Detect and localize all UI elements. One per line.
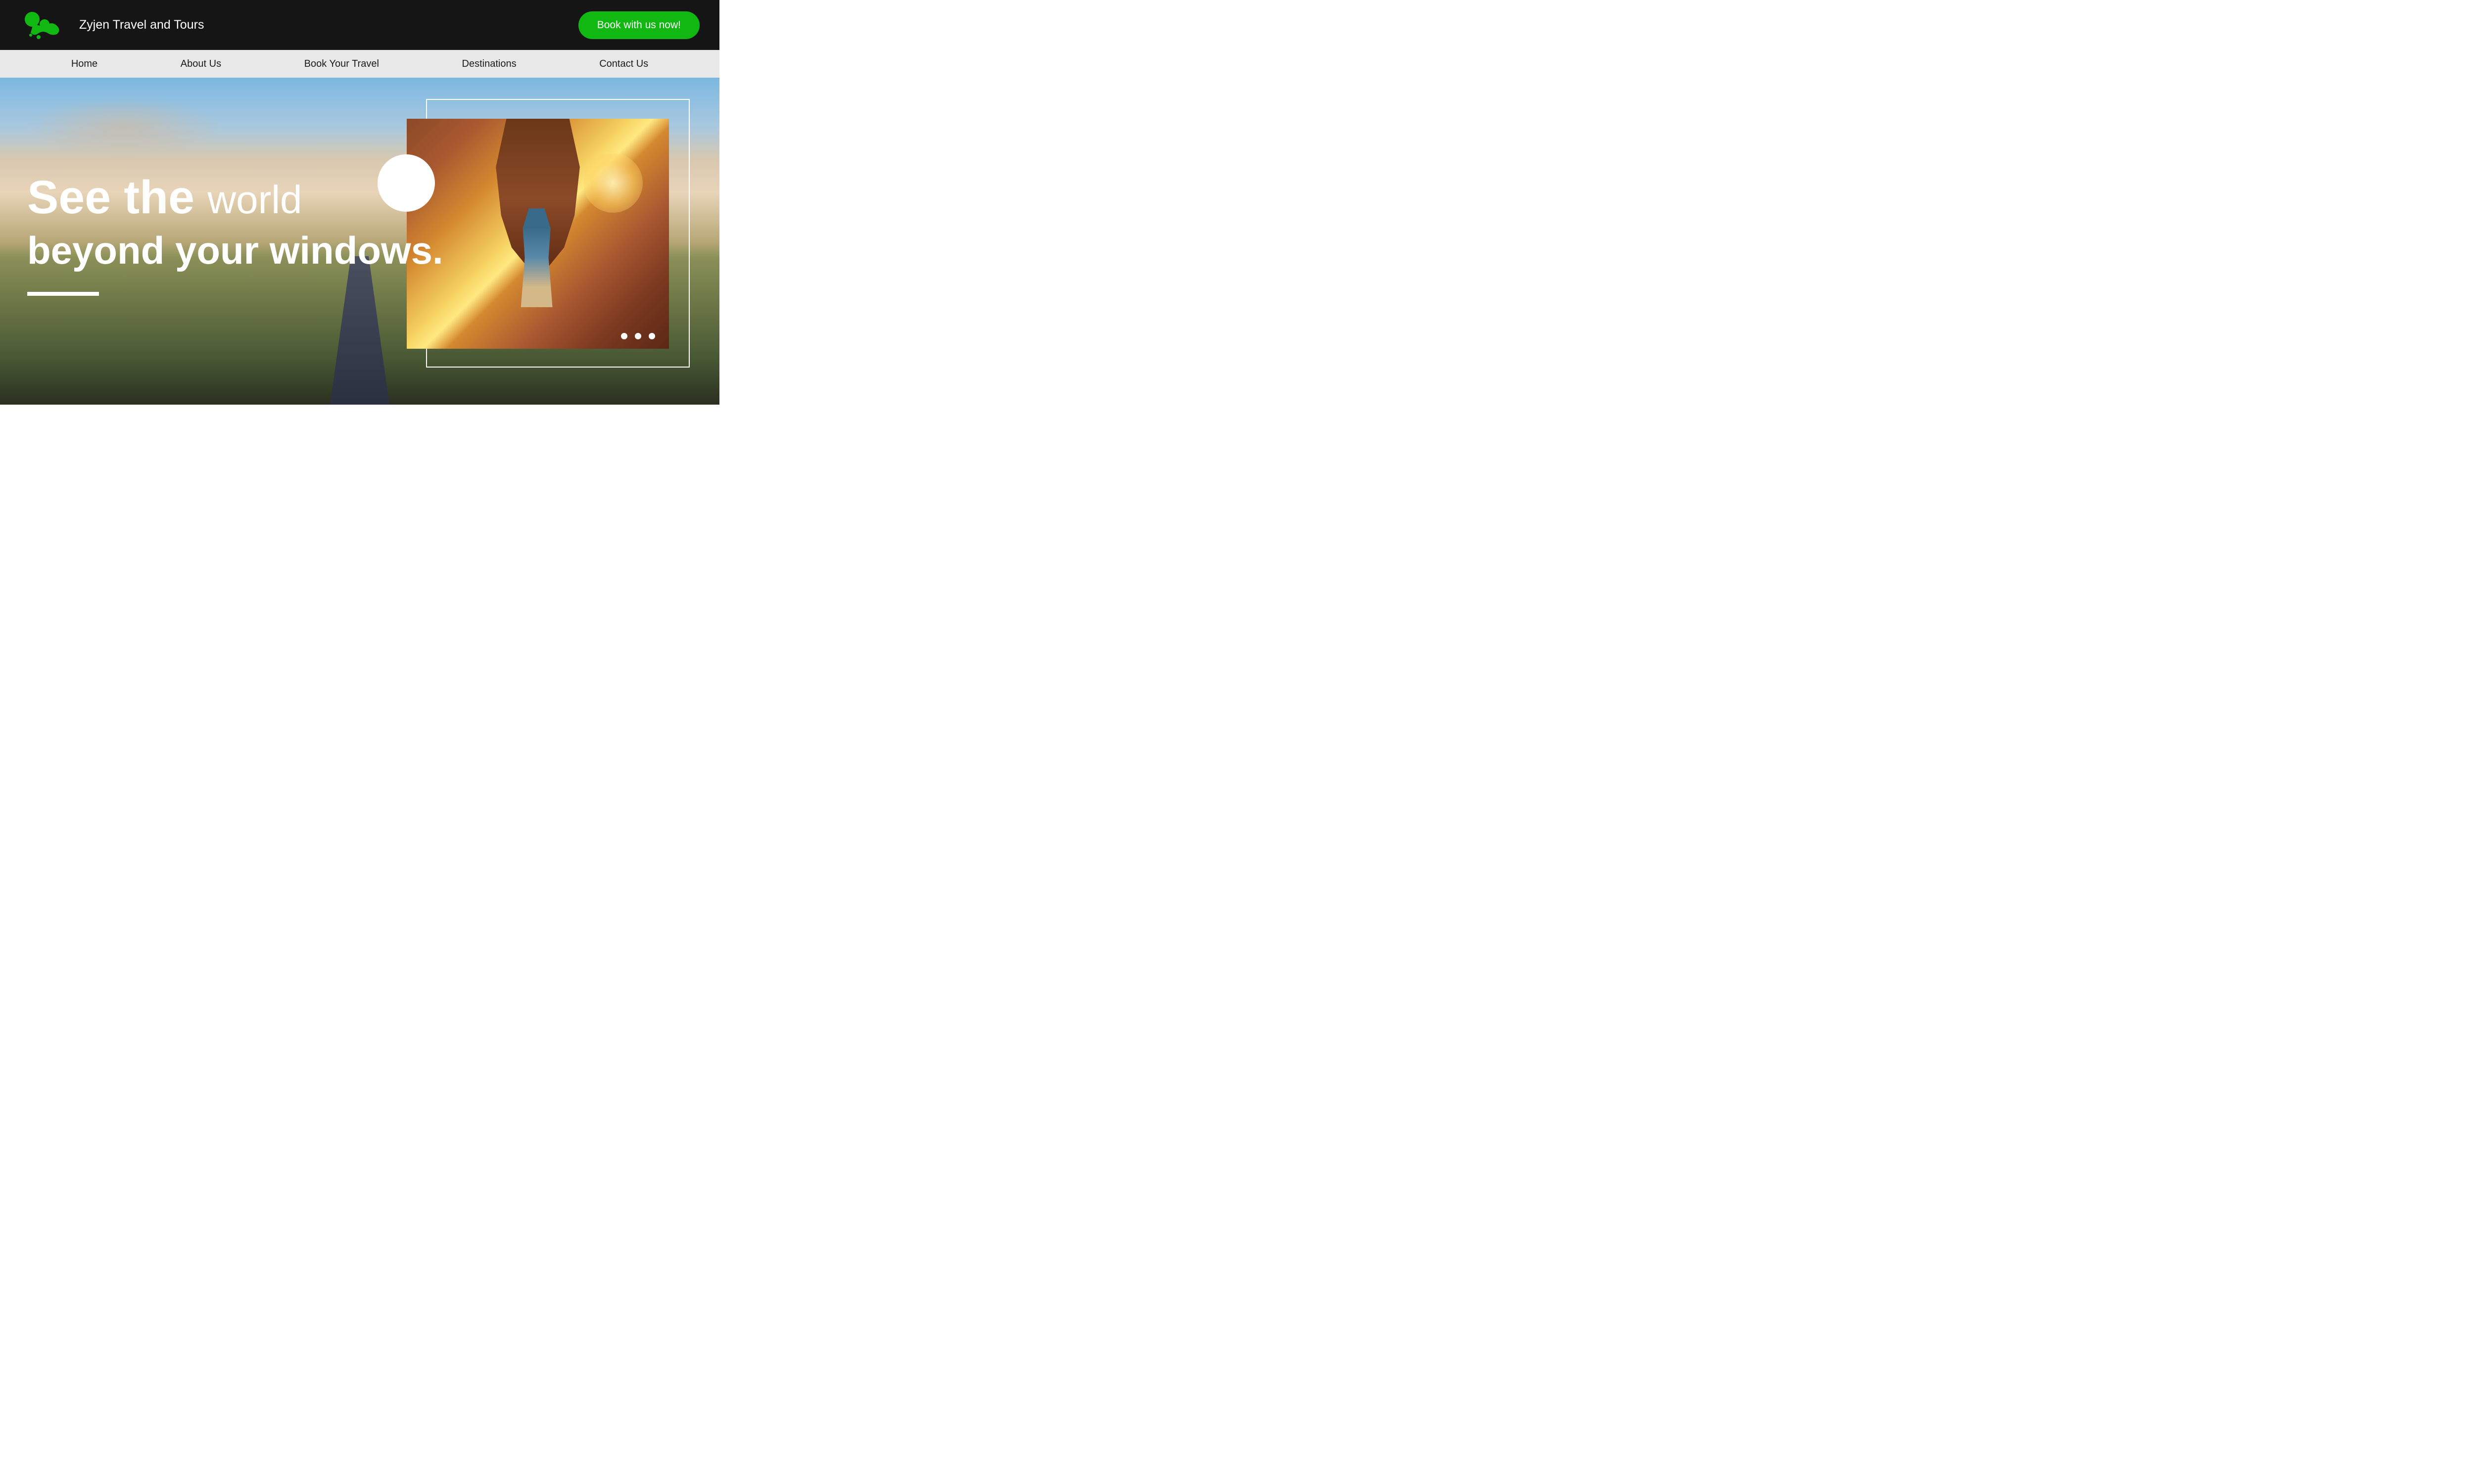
nav-destinations[interactable]: Destinations <box>462 58 517 70</box>
hero-underline <box>27 292 99 296</box>
carousel-dot-1[interactable] <box>621 333 627 339</box>
logo-icon <box>20 10 64 40</box>
header-bar: Zyjen Travel and Tours Book with us now! <box>0 0 719 50</box>
hero-line-2: beyond your windows. <box>27 231 443 270</box>
hero-section: See the world beyond your windows. <box>0 78 719 405</box>
brand-title: Zyjen Travel and Tours <box>79 18 204 32</box>
nav-home[interactable]: Home <box>71 58 97 70</box>
nav-book[interactable]: Book Your Travel <box>304 58 379 70</box>
nav-about[interactable]: About Us <box>181 58 221 70</box>
main-nav: Home About Us Book Your Travel Destinati… <box>0 50 719 78</box>
dancer-figure <box>517 208 557 307</box>
hero-text-light: world <box>207 178 302 222</box>
carousel-dots <box>621 333 655 339</box>
nav-contact[interactable]: Contact Us <box>599 58 648 70</box>
brand-container: Zyjen Travel and Tours <box>20 10 204 40</box>
carousel-dot-2[interactable] <box>635 333 641 339</box>
carousel-dot-3[interactable] <box>649 333 655 339</box>
book-now-button[interactable]: Book with us now! <box>578 11 700 39</box>
hero-text-bold: See the <box>27 171 194 224</box>
decorative-circle <box>378 154 435 212</box>
feature-image <box>407 119 669 349</box>
